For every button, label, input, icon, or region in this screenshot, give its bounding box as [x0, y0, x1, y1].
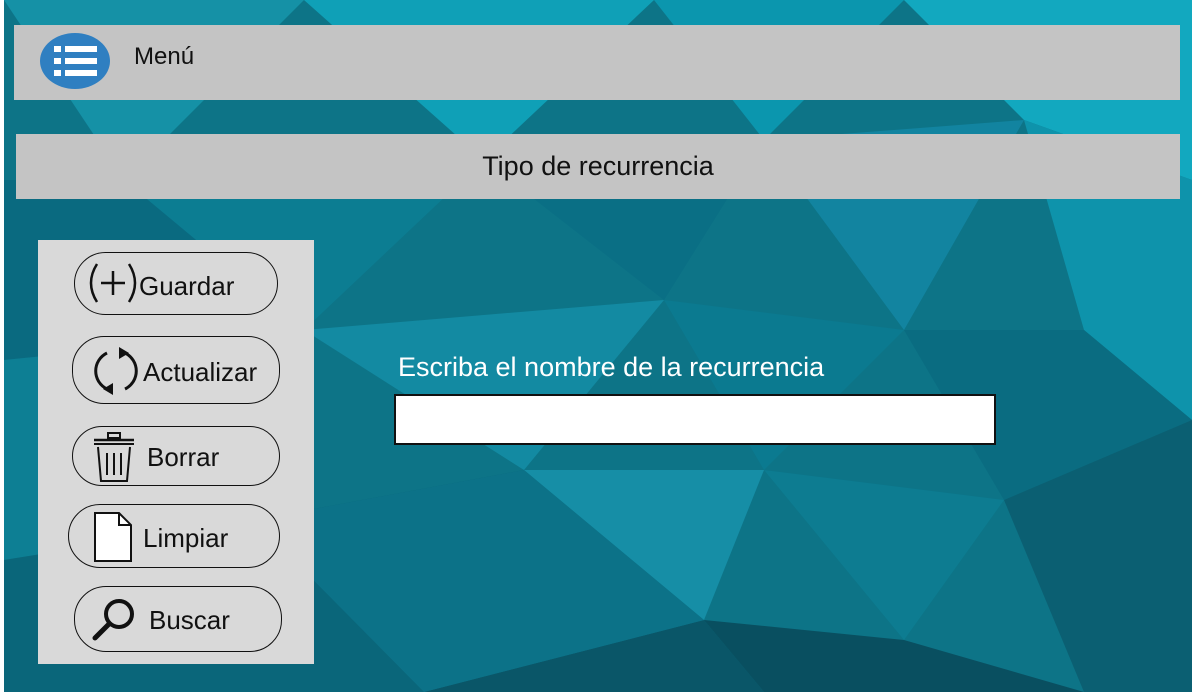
top-menu-bar: Menú: [14, 25, 1180, 100]
trash-icon: [91, 431, 137, 488]
plus-circle-icon: [83, 261, 143, 310]
recurrence-name-input[interactable]: [394, 394, 996, 445]
delete-button-label: Borrar: [147, 442, 220, 472]
search-button[interactable]: Buscar: [74, 586, 282, 652]
document-icon: [93, 511, 133, 568]
page-title-bar: Tipo de recurrencia: [16, 134, 1180, 199]
update-button[interactable]: Actualizar: [72, 336, 280, 404]
action-panel: Guardar Actualizar Borrar Limpiar Buscar: [38, 240, 314, 664]
update-button-label: Actualizar: [143, 357, 258, 387]
app-window: Menú Tipo de recurrencia Guardar Actuali…: [4, 0, 1192, 692]
search-icon: [91, 595, 139, 648]
delete-button[interactable]: Borrar: [72, 426, 280, 486]
clear-button[interactable]: Limpiar: [68, 504, 280, 568]
search-button-label: Buscar: [149, 605, 230, 635]
clear-button-label: Limpiar: [143, 523, 229, 553]
refresh-icon: [89, 343, 143, 404]
list-menu-icon[interactable]: [40, 33, 110, 89]
save-button[interactable]: Guardar: [74, 252, 278, 315]
menu-label[interactable]: Menú: [134, 43, 194, 71]
recurrence-name-label: Escriba el nombre de la recurrencia: [398, 352, 825, 382]
page-title: Tipo de recurrencia: [482, 151, 714, 181]
save-button-label: Guardar: [139, 271, 235, 301]
